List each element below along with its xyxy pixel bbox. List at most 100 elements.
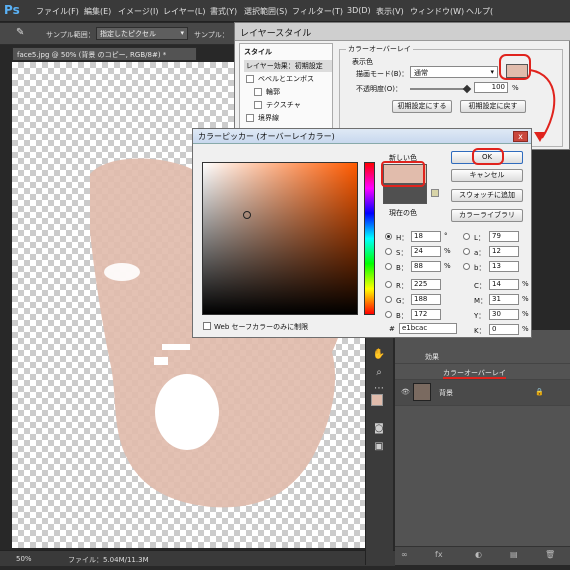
sample-size-select[interactable]: 指定したピクセル ▾ (96, 27, 188, 40)
color-overlay-row[interactable]: カラーオーバーレイ (395, 364, 570, 380)
color-cursor[interactable] (243, 211, 251, 219)
menu-window[interactable]: ウィンドウ(W) (410, 6, 464, 17)
g-label: G： (396, 297, 409, 305)
b-input[interactable]: 88 (411, 261, 441, 272)
background-label: 背景 (439, 389, 453, 397)
s-label: S： (396, 249, 408, 257)
layer-style-title: レイヤースタイル (235, 23, 570, 41)
web-colors-checkbox[interactable] (203, 322, 211, 330)
b-unit: % (444, 262, 451, 270)
menu-edit[interactable]: 編集(E) (84, 6, 111, 17)
g-radio[interactable] (385, 296, 392, 303)
a-input[interactable]: 12 (489, 246, 519, 257)
y-input[interactable]: 30 (489, 309, 519, 320)
eye-icon[interactable]: 👁 (401, 388, 410, 396)
c-label: C： (474, 282, 486, 290)
r-label: R： (396, 282, 408, 290)
k-input[interactable]: 0 (489, 324, 519, 335)
effects-label: 効果 (425, 353, 439, 361)
blend-mode-select[interactable]: 通常 ▾ (410, 66, 498, 78)
bevel-label[interactable]: ベベルとエンボス (258, 74, 314, 84)
bevel-checkbox[interactable] (246, 75, 254, 83)
menu-help[interactable]: ヘルプ( (466, 6, 493, 17)
c-unit: % (522, 280, 529, 288)
lab-b-input[interactable]: 13 (489, 261, 519, 272)
reset-default-button[interactable]: 初期設定に戻す (460, 100, 526, 113)
gamut-warning-icon[interactable] (431, 189, 439, 197)
opacity-slider-handle[interactable] (462, 84, 472, 94)
eyedropper-icon[interactable]: ✎ (16, 27, 30, 41)
s-radio[interactable] (385, 248, 392, 255)
l-label: L： (474, 234, 485, 242)
hue-slider[interactable] (364, 162, 375, 315)
menu-select[interactable]: 選択範囲(S) (244, 6, 287, 17)
saturation-brightness-field[interactable] (202, 162, 358, 315)
ok-button[interactable]: OK (451, 151, 523, 164)
menu-view[interactable]: 表示(V) (376, 6, 404, 17)
a-label: a： (474, 249, 486, 257)
texture-label[interactable]: テクスチャ (266, 100, 301, 110)
blue-label: B： (396, 312, 408, 320)
g-input[interactable]: 188 (411, 294, 441, 305)
lab-b-radio[interactable] (463, 263, 470, 270)
lock-icon: 🔒 (535, 388, 544, 396)
zoom-level[interactable]: 50% (16, 555, 32, 563)
y-label: Y： (474, 312, 486, 320)
r-input[interactable]: 225 (411, 279, 441, 290)
blue-radio[interactable] (385, 311, 392, 318)
current-color-swatch[interactable] (383, 184, 427, 204)
make-default-button[interactable]: 初期設定にする (392, 100, 452, 113)
menu-filter[interactable]: フィルター(T) (292, 6, 343, 17)
zoom-tool-icon[interactable]: ⌕ (372, 366, 386, 380)
sample-size-value: 指定したピクセル (100, 30, 156, 38)
close-icon[interactable]: x (513, 131, 528, 142)
trash-icon[interactable]: 🗑 (545, 550, 555, 559)
opacity-input[interactable]: 100 (474, 82, 508, 93)
quick-mask-icon[interactable]: ◙ (372, 422, 386, 436)
blend-options-item[interactable]: レイヤー効果：初期設定 (244, 60, 332, 72)
blend-mode-value: 通常 (414, 69, 428, 77)
new-color-swatch (383, 164, 427, 184)
stroke-checkbox[interactable] (246, 114, 254, 122)
h-radio[interactable] (385, 233, 392, 240)
contour-label[interactable]: 輪郭 (266, 87, 280, 97)
b-radio[interactable] (385, 263, 392, 270)
background-layer-row[interactable]: 👁 背景 🔒 (395, 380, 570, 406)
foreground-color-swatch[interactable] (371, 394, 383, 406)
menu-bar: Ps ファイル(F) 編集(E) イメージ(I) レイヤー(L) 書式(Y) 選… (0, 0, 570, 22)
contour-checkbox[interactable] (254, 88, 262, 96)
cancel-button[interactable]: キャンセル (451, 169, 523, 182)
link-icon[interactable]: ∞ (401, 550, 408, 559)
document-tab[interactable]: face5.jpg @ 50% (背景 のコピー, RGB/8#) * (12, 47, 197, 61)
screen-mode-icon[interactable]: ▣ (372, 440, 386, 454)
s-unit: % (444, 247, 451, 255)
menu-layer[interactable]: レイヤー(L) (163, 6, 205, 17)
styles-header[interactable]: スタイル (244, 47, 272, 57)
add-to-swatches-button[interactable]: スウォッチに追加 (451, 189, 523, 202)
mask-icon[interactable]: ◐ (475, 550, 482, 559)
l-input[interactable]: 79 (489, 231, 519, 242)
h-input[interactable]: 18 (411, 231, 441, 242)
stroke-label[interactable]: 境界線 (258, 113, 279, 123)
texture-checkbox[interactable] (254, 101, 262, 109)
a-radio[interactable] (463, 248, 470, 255)
layer-effects-row[interactable]: 効果 (395, 348, 570, 364)
menu-file[interactable]: ファイル(F) (36, 6, 79, 17)
menu-image[interactable]: イメージ(I) (118, 6, 158, 17)
file-info: ファイル：5.04M/11.3M (68, 556, 149, 564)
s-input[interactable]: 24 (411, 246, 441, 257)
color-libraries-button[interactable]: カラーライブラリ (451, 209, 523, 222)
overlay-color-swatch[interactable] (506, 64, 528, 78)
hex-input[interactable]: e1bcac (399, 323, 457, 334)
r-radio[interactable] (385, 281, 392, 288)
fx-icon[interactable]: fx (435, 550, 443, 559)
menu-3d[interactable]: 3D(D) (347, 6, 371, 15)
blue-input[interactable]: 172 (411, 309, 441, 320)
new-layer-icon[interactable]: ▤ (510, 550, 518, 559)
menu-type[interactable]: 書式(Y) (210, 6, 237, 17)
m-input[interactable]: 31 (489, 294, 519, 305)
hand-icon[interactable]: ✋ (372, 348, 386, 362)
l-radio[interactable] (463, 233, 470, 240)
c-input[interactable]: 14 (489, 279, 519, 290)
opacity-slider-track[interactable] (410, 88, 468, 90)
